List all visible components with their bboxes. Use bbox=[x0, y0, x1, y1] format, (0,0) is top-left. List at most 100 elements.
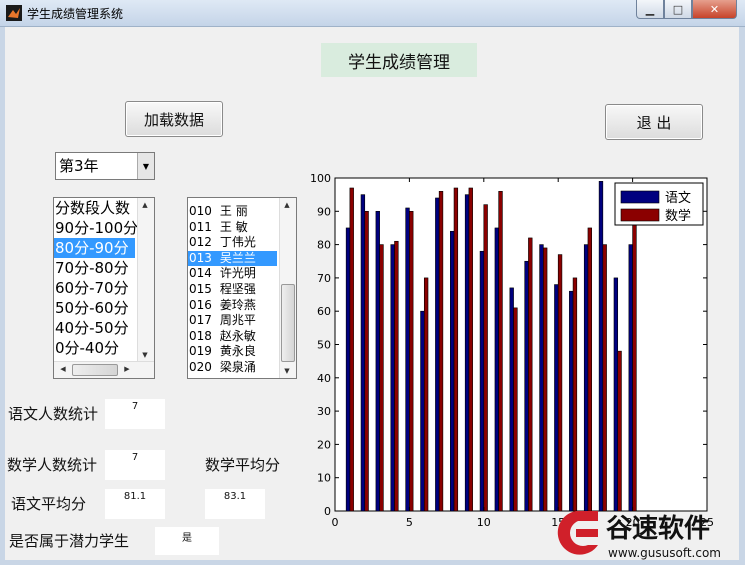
bar-math bbox=[423, 277, 429, 512]
student-name: 丁伟光 bbox=[219, 235, 256, 250]
bar-chinese bbox=[405, 207, 410, 512]
student-name: 王 敏 bbox=[219, 219, 248, 234]
x-tick-label: 10 bbox=[477, 516, 491, 529]
score-bar-chart: 01020304050607080901000 5 10 15 20 25语文数学 bbox=[310, 172, 714, 529]
matlab-icon bbox=[6, 5, 22, 21]
student-id: 018 bbox=[189, 328, 212, 343]
close-button[interactable]: ✕ bbox=[692, 0, 737, 19]
student-id: 016 bbox=[189, 297, 212, 312]
load-data-button[interactable]: 加载数据 bbox=[125, 101, 223, 137]
score-range-item[interactable]: 60分-70分 bbox=[54, 278, 135, 298]
student-item[interactable]: 012 丁伟光 bbox=[188, 235, 277, 251]
student-item[interactable]: 010 王 丽 bbox=[188, 204, 277, 220]
maximize-button[interactable]: □ bbox=[664, 0, 692, 19]
student-id: 020 bbox=[189, 359, 212, 374]
score-range-listbox[interactable]: 分数段人数 90分-100分 80分-90分 70分-80分 60分-70分 50分-60… bbox=[53, 197, 155, 379]
score-range-item[interactable]: 分数段人数 bbox=[54, 198, 135, 218]
scroll-up-icon[interactable]: ▲ bbox=[138, 201, 152, 209]
bar-math bbox=[528, 237, 533, 512]
bar-chinese bbox=[628, 244, 633, 512]
bar-chinese bbox=[598, 181, 604, 512]
student-listbox[interactable]: 010 王 丽 011 王 敏 012 丁伟光 013 吴兰兰 014 许光明 015 程坚强 016 姜… bbox=[187, 197, 297, 379]
horizontal-scrollbar[interactable]: ◀ ▶ bbox=[54, 361, 154, 378]
student-name: 吴兰兰 bbox=[219, 250, 256, 265]
student-item[interactable]: 011 王 敏 bbox=[188, 220, 277, 236]
bar-chinese bbox=[345, 227, 351, 512]
student-item[interactable]: 015 程坚强 bbox=[188, 282, 277, 298]
year-select-value: 第3年 bbox=[59, 157, 99, 175]
student-item[interactable]: 019 黄永良 bbox=[188, 344, 277, 360]
student-item[interactable]: 020 梁泉涌 bbox=[188, 360, 277, 376]
bar-chinese bbox=[583, 244, 589, 512]
x-tick-label: 0 bbox=[332, 516, 339, 529]
student-item[interactable]: 017 周兆平 bbox=[188, 313, 277, 329]
student-id: 019 bbox=[189, 344, 212, 359]
score-range-item[interactable]: 0分-40分 bbox=[54, 338, 135, 358]
student-id: 013 bbox=[189, 250, 212, 265]
window-title: 学生成绩管理系统 bbox=[27, 7, 124, 21]
student-item[interactable]: 013 吴兰兰 bbox=[188, 250, 277, 267]
student-item[interactable]: 018 赵永敏 bbox=[188, 329, 277, 345]
bar-math bbox=[513, 307, 518, 512]
bar-math bbox=[379, 244, 384, 512]
y-tick-label: 60 bbox=[317, 305, 331, 318]
student-id: 015 bbox=[189, 281, 212, 296]
y-tick-label: 90 bbox=[317, 205, 331, 218]
scroll-right-icon[interactable]: ▶ bbox=[120, 365, 134, 373]
score-range-item[interactable]: 80分-90分 bbox=[54, 238, 135, 258]
scroll-down-icon[interactable]: ▼ bbox=[280, 367, 294, 375]
year-select[interactable]: 第3年 ▼ bbox=[55, 152, 155, 180]
y-tick-label: 30 bbox=[317, 405, 331, 418]
potential-student-label: 是否属于潜力学生 bbox=[9, 532, 130, 550]
student-id: 014 bbox=[189, 266, 212, 281]
student-id: 017 bbox=[189, 313, 212, 328]
student-item[interactable]: 014 许光明 bbox=[188, 266, 277, 282]
math-count-value: 7 bbox=[105, 450, 165, 480]
bar-chinese bbox=[390, 244, 395, 512]
bar-math bbox=[587, 227, 592, 512]
scroll-down-icon[interactable]: ▼ bbox=[138, 351, 152, 359]
bar-math bbox=[468, 187, 473, 512]
close-icon: ✕ bbox=[709, 2, 720, 16]
bar-math bbox=[498, 191, 503, 512]
bar-chinese bbox=[420, 310, 425, 512]
student-name: 赵永敏 bbox=[219, 328, 256, 343]
vertical-scrollbar[interactable]: ▲ ▼ bbox=[279, 198, 296, 378]
score-range-item[interactable]: 40分-50分 bbox=[54, 318, 135, 338]
exit-button[interactable]: 退 出 bbox=[605, 104, 703, 140]
legend-swatch bbox=[620, 208, 660, 222]
chevron-down-icon[interactable]: ▼ bbox=[137, 153, 154, 179]
bar-math bbox=[349, 187, 354, 512]
bar-chinese bbox=[554, 284, 559, 512]
bar-chinese bbox=[539, 244, 544, 512]
scroll-thumb[interactable] bbox=[72, 364, 118, 376]
student-name: 梁泉涌 bbox=[219, 359, 256, 374]
bar-math bbox=[453, 187, 459, 512]
y-tick-label: 0 bbox=[324, 505, 331, 518]
student-id: 012 bbox=[189, 235, 212, 250]
minimize-button[interactable]: ▁ bbox=[636, 0, 664, 19]
watermark-text: 谷速软件 bbox=[606, 514, 710, 544]
bar-chinese bbox=[375, 210, 380, 512]
score-range-item[interactable]: 70分-80分 bbox=[54, 258, 135, 278]
figure-window: 学生成绩管理 加载数据 退 出 第3年 ▼ 分数段人数 90分-100分 80分-9… bbox=[5, 27, 739, 560]
bar-math bbox=[409, 210, 414, 512]
score-range-item[interactable]: 50分-60分 bbox=[54, 298, 135, 318]
student-name: 许光明 bbox=[219, 266, 256, 281]
student-item[interactable]: 016 姜玲燕 bbox=[188, 298, 277, 314]
y-tick-label: 10 bbox=[317, 472, 331, 485]
scroll-thumb[interactable] bbox=[281, 284, 295, 362]
bar-math bbox=[632, 217, 637, 512]
bar-chinese bbox=[524, 260, 529, 512]
chinese-count-label: 语文人数统计 bbox=[8, 405, 99, 423]
y-tick-label: 20 bbox=[317, 438, 331, 451]
watermark-url: www.gususoft.com bbox=[608, 546, 721, 560]
scroll-up-icon[interactable]: ▲ bbox=[280, 201, 294, 209]
scroll-left-icon[interactable]: ◀ bbox=[56, 365, 70, 373]
vertical-scrollbar[interactable]: ▲ ▼ bbox=[137, 198, 154, 362]
score-range-item[interactable]: 90分-100分 bbox=[54, 218, 138, 238]
bar-math bbox=[483, 204, 488, 512]
y-tick-label: 50 bbox=[317, 339, 331, 352]
student-id: 010 bbox=[189, 204, 212, 218]
potential-student-value: 是 bbox=[155, 527, 219, 555]
